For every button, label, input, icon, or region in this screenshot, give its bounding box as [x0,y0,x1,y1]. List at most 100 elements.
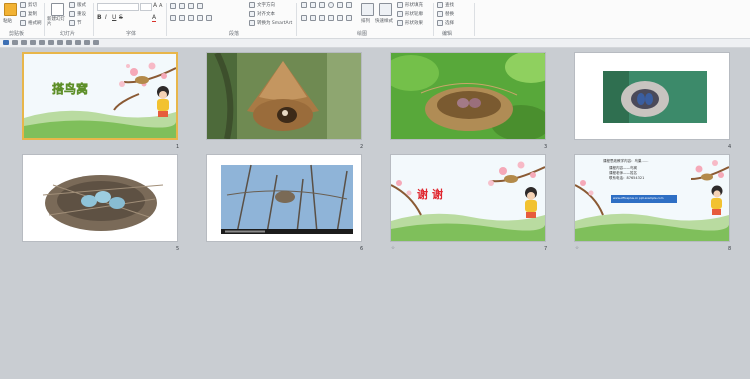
copy-button[interactable]: 复制 [20,11,37,17]
align-right-icon[interactable] [188,15,194,21]
slide-number-3: 3 [544,144,548,150]
align-left-icon[interactable] [170,15,176,21]
font-group-label: 字体 [126,31,137,37]
drawing-group: 排列 快速样式 形状填充 形状轮廓 形状效果 绘图 [297,0,433,38]
grow-font-icon[interactable]: A [153,2,157,9]
slide-thumbnail-7[interactable]: 谢谢 [390,154,546,242]
chart-icon[interactable] [75,40,81,45]
align-center-icon[interactable] [179,15,185,21]
pen-icon [397,11,403,17]
italic-icon[interactable]: I [105,14,107,21]
section-icon [69,20,75,26]
ribbon: 粘贴 剪切 复制 格式刷 剪贴板 新建幻灯片 版式 重设 节 幻灯片 A A B… [0,0,750,39]
bullets-icon[interactable] [170,3,176,9]
new-slide-icon[interactable] [51,3,64,16]
quick-styles-icon[interactable] [379,3,392,16]
shape-icon[interactable] [84,40,90,45]
new-slide-button[interactable]: 新建幻灯片 [47,17,69,27]
scissors-icon [20,2,26,8]
text-direction-button[interactable]: 文字方向 [249,2,275,8]
slide-thumbnail-4[interactable] [574,52,730,140]
picture-icon[interactable] [66,40,72,45]
table-icon[interactable] [57,40,63,45]
replace-icon [437,11,443,17]
align-text-button[interactable]: 对齐文本 [249,11,275,17]
section-button[interactable]: 节 [69,20,82,26]
paint-bucket-icon [397,2,403,8]
redo-icon[interactable] [21,40,27,45]
decrease-indent-icon[interactable] [188,3,194,9]
slide-number-6: 6 [360,246,364,252]
font-color-icon[interactable]: A [152,14,157,22]
reset-icon [69,11,75,17]
arrange-button[interactable]: 排列 [361,18,370,24]
shape-rect2-icon [301,15,307,21]
replace-button[interactable]: 替换 [437,11,454,17]
slide-thumbnail-6[interactable] [206,154,362,242]
slide-thumbnail-1[interactable]: 搭鸟窝 [22,52,178,140]
format-painter-button[interactable]: 格式刷 [20,20,42,26]
shape-star-icon [310,15,316,21]
slide-thumbnail-8[interactable]: 课程思政教学内容：鸟巢…… 课程内容——鸟窝 课程老师——姓名 联系电话：876… [574,154,730,242]
font-size-dropdown[interactable] [140,3,152,11]
strikethrough-icon[interactable]: S [119,14,123,21]
bold-icon[interactable]: B [97,14,102,21]
slide-thumbnail-2[interactable] [206,52,362,140]
paragraph-group: 文字方向 对齐文本 转换为 SmartArt 段落 [167,0,295,38]
slide-8-line-3: 联系电话：87654321 [609,176,645,180]
paste-button[interactable]: 粘贴 [3,18,12,24]
cut-button[interactable]: 剪切 [20,2,37,8]
shape-more-icon [346,2,352,8]
slides-group-label: 幻灯片 [60,31,76,37]
slide-7-artwork [391,155,545,241]
smartart-button[interactable]: 转换为 SmartArt [249,20,292,26]
shrink-font-icon[interactable]: A [159,3,162,9]
slide-5-photo [23,155,177,241]
paste-icon[interactable] [4,3,17,16]
slide-8-link-bar: www.officeplus.cn ppt.example.com [613,196,664,200]
select-button[interactable]: 选择 [437,20,454,26]
clipboard-group: 粘贴 剪切 复制 格式刷 剪贴板 [0,0,44,38]
align-text-icon [249,11,255,17]
slide-number-5: 5 [176,246,180,252]
quick-styles-button[interactable]: 快速样式 [375,18,393,24]
columns-icon[interactable] [206,15,212,21]
paragraph-group-label: 段落 [229,31,240,37]
justify-icon[interactable] [197,15,203,21]
view-icon[interactable] [39,40,45,45]
find-button[interactable]: 查找 [437,2,454,8]
paste-label: 粘贴 [3,19,12,24]
reset-button[interactable]: 重设 [69,11,86,17]
slide-2-photo [207,53,361,139]
slide-thumbnail-5[interactable] [22,154,178,242]
slide-7-transition-icon: ☆ [391,246,396,251]
shape-triangle-icon [337,2,343,8]
shape-outline-button[interactable]: 形状轮廓 [397,11,423,17]
layout-button[interactable]: 版式 [69,2,86,8]
more-icon[interactable] [93,40,99,45]
font-name-dropdown[interactable] [97,3,139,11]
editing-group-label: 编辑 [442,31,453,37]
arrange-icon[interactable] [361,3,374,16]
underline-icon[interactable]: U [112,14,116,21]
shape-line-icon [310,2,316,8]
shape-callout-icon [328,15,334,21]
copy-icon [20,11,26,17]
shapes-gallery[interactable] [301,2,353,26]
increase-indent-icon[interactable] [197,3,203,9]
undo-icon[interactable] [12,40,18,45]
save-icon[interactable] [3,40,9,45]
shape-brace-icon [319,15,325,21]
shape-rect-icon [301,2,307,8]
grid-icon[interactable] [30,40,36,45]
drawing-group-label: 绘图 [357,31,368,37]
print-icon[interactable] [48,40,54,45]
slide-number-2: 2 [360,144,364,150]
shape-effects-button[interactable]: 形状效果 [397,20,423,26]
slide-number-7: 7 [544,246,548,252]
slide-thumbnail-3[interactable] [390,52,546,140]
numbering-icon[interactable] [179,3,185,9]
quick-access-toolbar [0,39,750,48]
slide-6-video [207,155,361,241]
shape-fill-button[interactable]: 形状填充 [397,2,423,8]
